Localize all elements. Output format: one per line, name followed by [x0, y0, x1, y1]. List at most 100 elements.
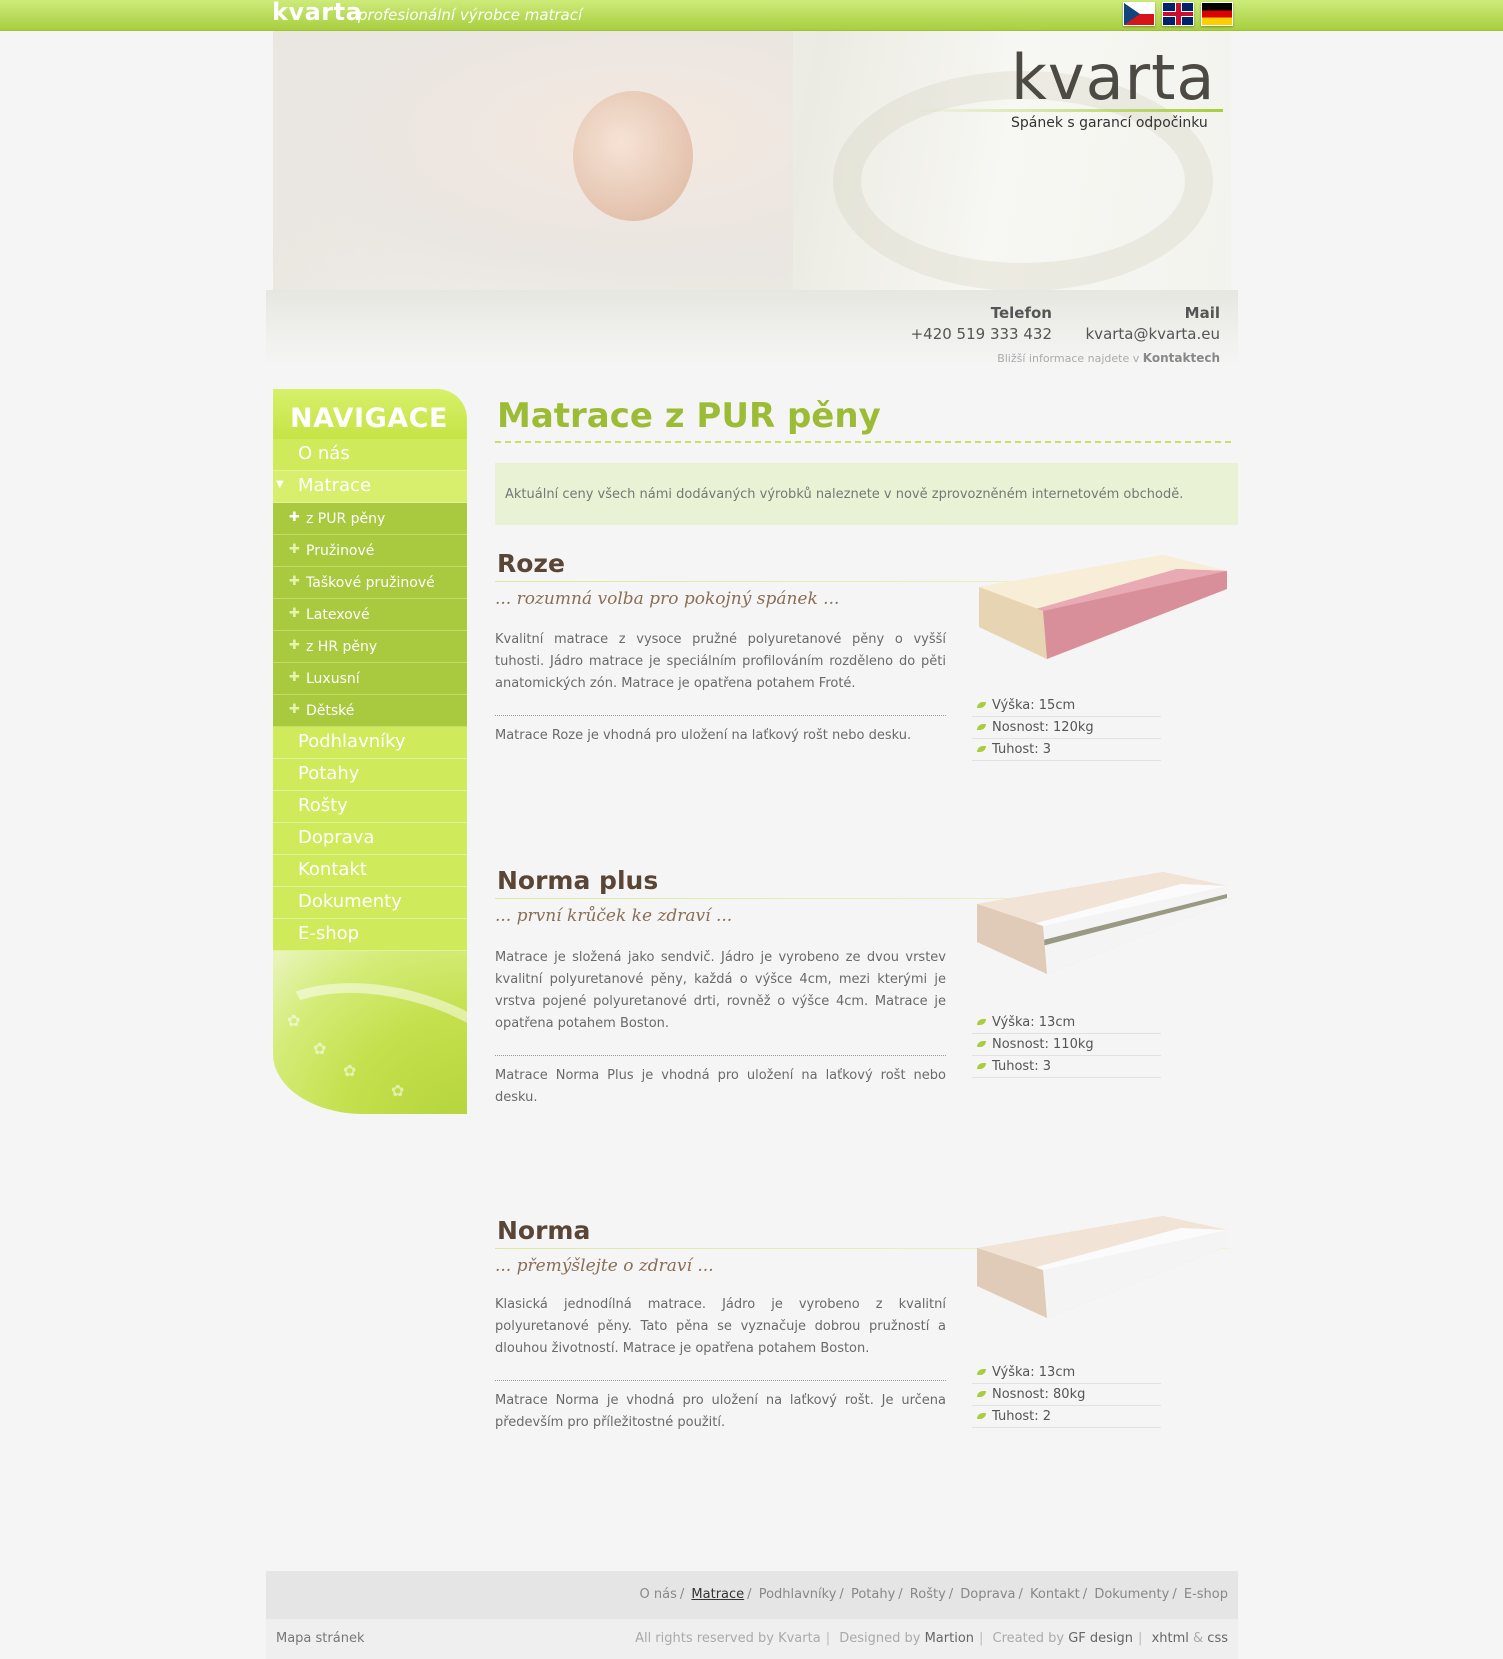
created-by-text: Created by [992, 1631, 1065, 1646]
spec-label: Tuhost: 3 [992, 1059, 1052, 1074]
nav-item-label: Dokumenty [298, 891, 402, 912]
css-link[interactable]: css [1207, 1631, 1228, 1646]
product-note: Matrace Roze je vhodná pro uložení na la… [495, 728, 912, 743]
nav-item-matrace[interactable]: ▼ Matrace [273, 471, 467, 503]
product-roze: Roze ... rozumná volba pro pokojný spáne… [495, 549, 1238, 789]
plus-icon: ✚ [289, 606, 300, 621]
product-norma: Norma ... přemýšlejte o zdraví ... Klasi… [495, 1216, 1238, 1456]
product-description: Klasická jednodílná matrace. Jádro je vy… [495, 1297, 946, 1356]
flower-icon: ✿ [287, 1011, 301, 1030]
nav-item-label: Kontakt [298, 859, 367, 880]
nav-item-label: Doprava [298, 827, 375, 848]
phone-number: +420 519 333 432 [910, 325, 1052, 343]
footer-link-kontakt[interactable]: Kontakt [1030, 1587, 1080, 1602]
footer-link-rosty[interactable]: Rošty [910, 1587, 946, 1602]
nav-subitem-label: Taškové pružinové [306, 575, 435, 591]
spec-label: Tuhost: 3 [992, 742, 1052, 757]
nav-subitem-latexove[interactable]: ✚ Latexové [273, 599, 467, 631]
phone-label: Telefon [990, 304, 1052, 322]
top-bar: kvarta profesionální výrobce matrací [0, 0, 1503, 31]
nav-item-eshop[interactable]: E-shop [273, 919, 467, 951]
leaf-icon [977, 1369, 986, 1375]
nav-item-doprava[interactable]: Doprava [273, 823, 467, 855]
header-slogan: Spánek s garancí odpočinku [1011, 115, 1208, 131]
spec-row: Výška: 13cm [972, 1012, 1161, 1034]
nav-subitem-label: z HR pěny [306, 639, 378, 655]
more-info-link[interactable]: Kontaktech [1143, 351, 1220, 365]
spec-label: Výška: 13cm [992, 1365, 1076, 1380]
spec-label: Nosnost: 120kg [992, 720, 1094, 735]
spec-row: Výška: 15cm [972, 695, 1161, 717]
nav-subitem-pur[interactable]: ✚ z PUR pěny [273, 503, 467, 535]
nav-subitem-luxusni[interactable]: ✚ Luxusní [273, 663, 467, 695]
page: kvarta Spánek s garancí odpočinku Telefo… [266, 31, 1238, 1659]
product-specs: Výška: 13cm Nosnost: 110kg Tuhost: 3 [972, 1012, 1161, 1078]
xhtml-link[interactable]: xhtml [1152, 1631, 1189, 1646]
nav-item-kontakt[interactable]: Kontakt [273, 855, 467, 887]
nav-subitem-label: Pružinové [306, 543, 375, 559]
mattress-roze-image [979, 555, 1227, 659]
footer-link-podhlavniky[interactable]: Podhlavníky [759, 1587, 837, 1602]
header-logo[interactable]: kvarta [1011, 41, 1215, 114]
spec-row: Nosnost: 120kg [972, 717, 1161, 739]
nav-item-potahy[interactable]: Potahy [273, 759, 467, 791]
baby-head-image [573, 91, 693, 221]
mail-address[interactable]: kvarta@kvarta.eu [1086, 325, 1221, 343]
footer-link-matrace[interactable]: Matrace [691, 1587, 744, 1602]
product-motto: ... první krůček ke zdraví ... [495, 906, 733, 926]
spec-row: Výška: 13cm [972, 1362, 1161, 1384]
footer-link-eshop[interactable]: E-shop [1184, 1587, 1228, 1602]
uk-flag-icon[interactable] [1162, 2, 1194, 26]
topbar-logo[interactable]: kvarta [272, 0, 362, 28]
nav-subitem-detske[interactable]: ✚ Dětské [273, 695, 467, 727]
leaf-icon [977, 1391, 986, 1397]
footer-link-o-nas[interactable]: O nás [640, 1587, 677, 1602]
designed-by-text: Designed by [839, 1631, 921, 1646]
nav-subitem-label: Dětské [306, 703, 355, 719]
eshop-notice[interactable]: Aktuální ceny všech námi dodávaných výro… [495, 463, 1238, 525]
nav-item-podhlavniky[interactable]: Podhlavníky [273, 727, 467, 759]
language-flags [1123, 2, 1233, 26]
nav-item-label: Matrace [298, 475, 372, 496]
nav-subitem-label: z PUR pěny [306, 511, 386, 527]
designer-link[interactable]: Martion [925, 1631, 974, 1646]
czech-flag-icon[interactable] [1123, 2, 1155, 26]
footer-link-doprava[interactable]: Doprava [960, 1587, 1015, 1602]
product-motto: ... rozumná volba pro pokojný spánek ... [495, 589, 840, 609]
nav-item-rosty[interactable]: Rošty [273, 791, 467, 823]
nav-subitem-hr[interactable]: ✚ z HR pěny [273, 631, 467, 663]
leaf-icon [977, 702, 986, 708]
nav-subitem-label: Luxusní [306, 671, 360, 687]
nav-item-o-nas[interactable]: O nás [273, 439, 467, 471]
nav-item-label: Potahy [298, 763, 360, 784]
spec-label: Nosnost: 80kg [992, 1387, 1086, 1402]
baby-image [273, 31, 793, 290]
product-description: Matrace je složená jako sendvič. Jádro j… [495, 950, 946, 1031]
product-motto: ... přemýšlejte o zdraví ... [495, 1256, 714, 1276]
leaf-icon [977, 1063, 986, 1069]
separator [495, 715, 946, 716]
more-info: Bližší informace najdete v Kontaktech [997, 351, 1220, 365]
footer-link-dokumenty[interactable]: Dokumenty [1094, 1587, 1169, 1602]
spec-label: Výška: 15cm [992, 698, 1076, 713]
separator [495, 1380, 946, 1381]
nav-item-dokumenty[interactable]: Dokumenty [273, 887, 467, 919]
nav-item-label: E-shop [298, 923, 360, 944]
nav-subitem-pruzinove[interactable]: ✚ Pružinové [273, 535, 467, 567]
rights-text: All rights reserved by Kvarta [635, 1631, 821, 1646]
product-title: Norma [497, 1216, 591, 1245]
nav-subitem-taskove[interactable]: ✚ Taškové pružinové [273, 567, 467, 599]
nav-title: NAVIGACE [273, 389, 467, 439]
footer-link-potahy[interactable]: Potahy [851, 1587, 895, 1602]
creator-link[interactable]: GF design [1068, 1631, 1133, 1646]
main-content: Matrace z PUR pěny Aktuální ceny všech n… [495, 389, 1238, 1430]
spec-label: Tuhost: 2 [992, 1409, 1052, 1424]
sitemap-link[interactable]: Mapa stránek [276, 1631, 364, 1646]
decorative-wave [273, 951, 467, 1114]
flower-icon: ✿ [391, 1081, 405, 1100]
nav-item-label: O nás [298, 443, 350, 464]
nav-decoration: ✿ ✿ ✿ ✿ [273, 951, 467, 1114]
mail-label: Mail [1184, 304, 1220, 322]
leaf-icon [977, 746, 986, 752]
german-flag-icon[interactable] [1201, 2, 1233, 26]
